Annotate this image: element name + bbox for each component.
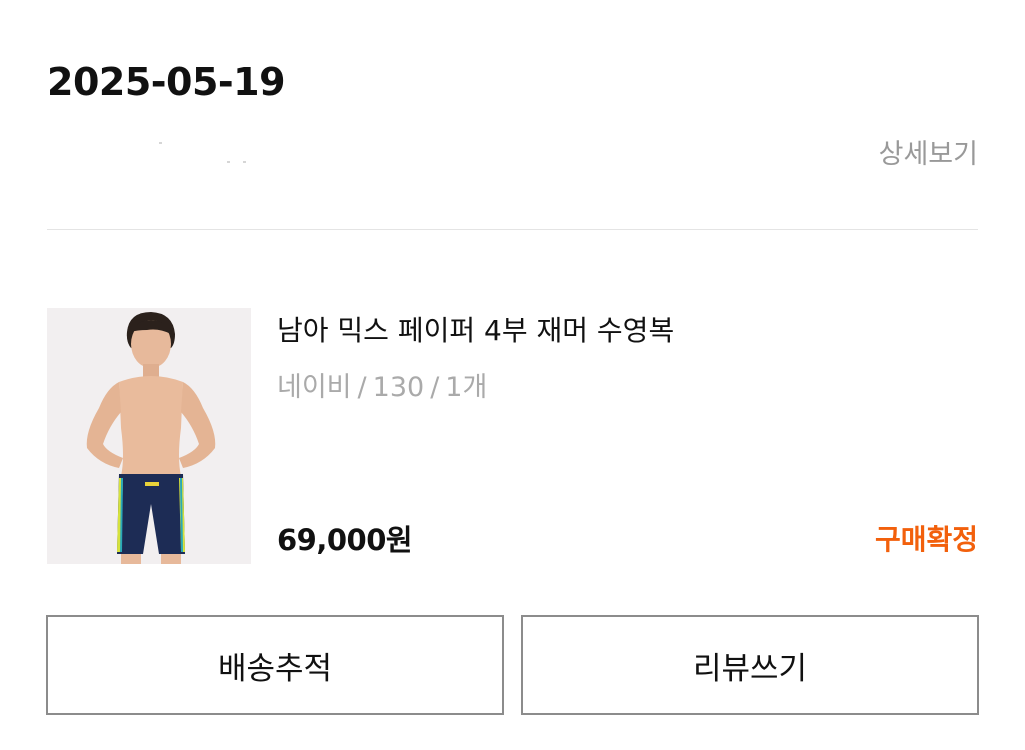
order-date: 2025-05-19: [47, 60, 286, 104]
write-review-button[interactable]: 리뷰쓰기: [521, 615, 979, 715]
product-thumbnail[interactable]: [47, 308, 251, 564]
swimsuit-model-image: [47, 308, 251, 564]
section-divider: [47, 229, 978, 230]
masked-order-number: [47, 140, 257, 164]
view-details-link[interactable]: 상세보기: [879, 137, 978, 173]
track-delivery-button[interactable]: 배송추적: [46, 615, 504, 715]
option-separator: /: [357, 372, 367, 403]
option-separator: /: [430, 372, 440, 403]
order-status-label: 구매확정: [874, 523, 978, 556]
product-name[interactable]: 남아 믹스 페이퍼 4부 재머 수영복: [277, 312, 674, 350]
product-options: 네이비/130/1개: [277, 370, 487, 406]
option-color: 네이비: [277, 372, 352, 403]
product-price: 69,000원: [277, 523, 413, 557]
option-quantity: 1개: [445, 372, 488, 403]
option-size: 130: [372, 372, 425, 403]
